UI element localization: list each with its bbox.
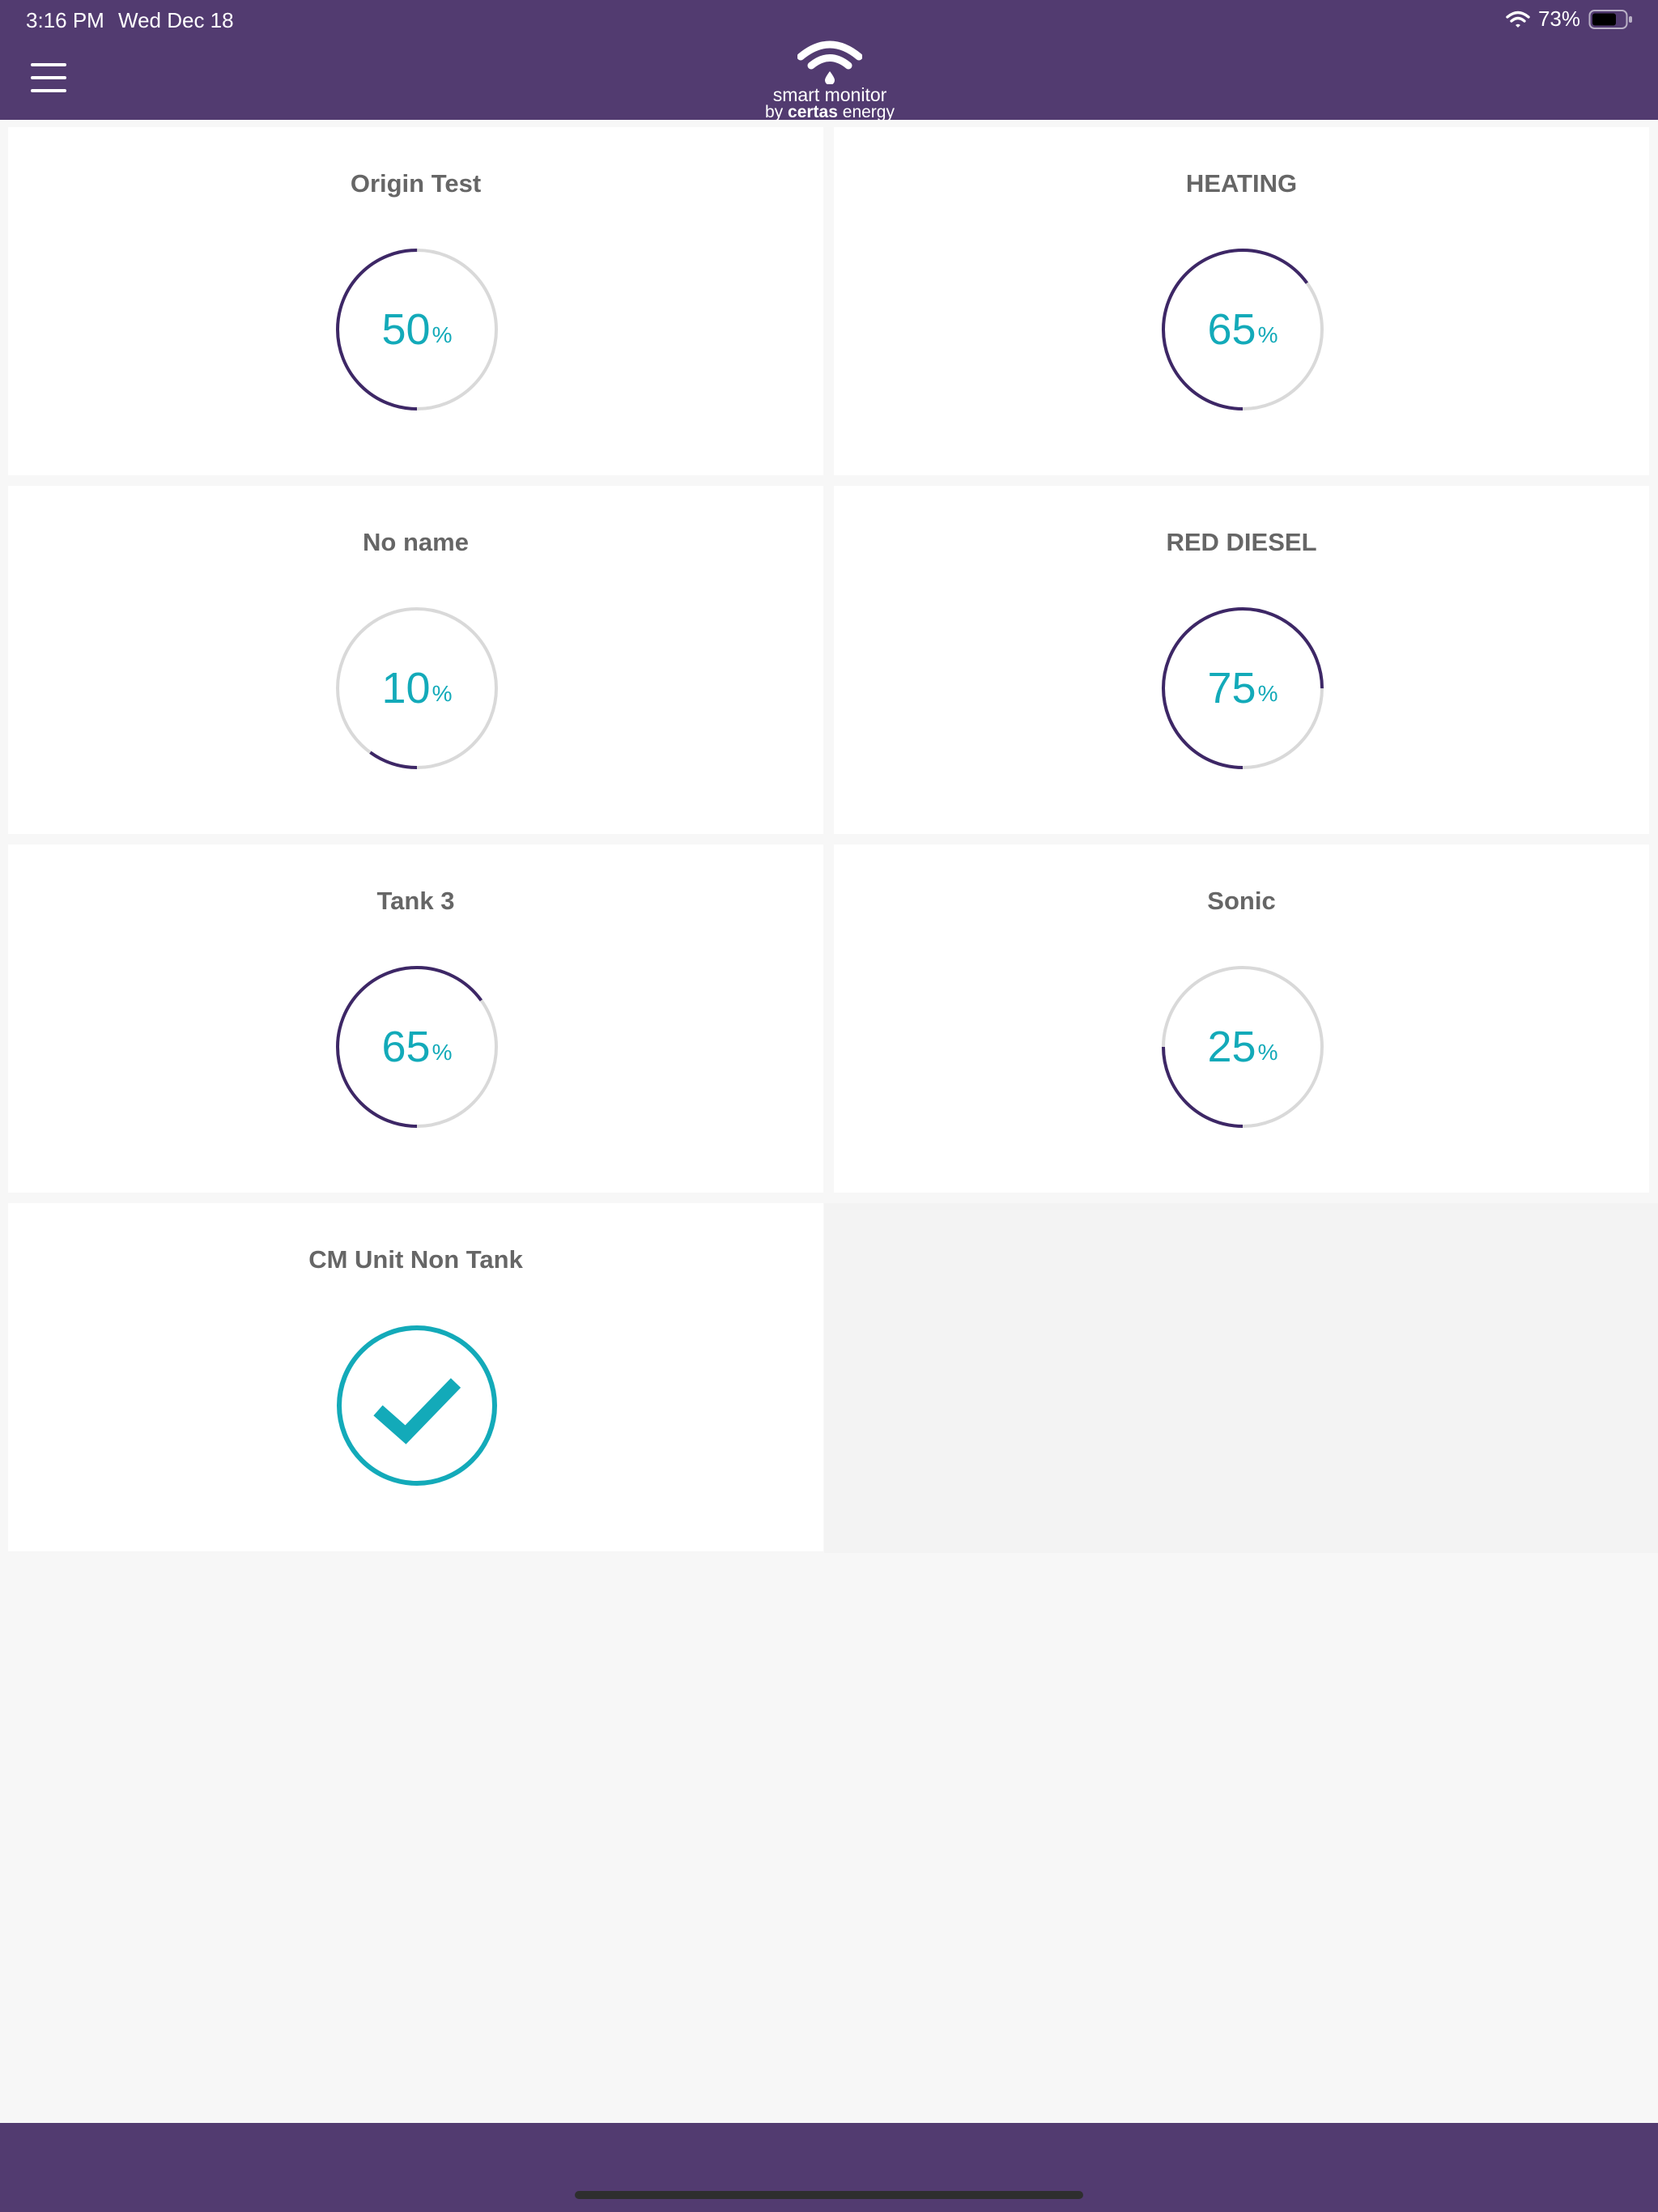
- app-logo: smart monitor by certas energy: [729, 39, 931, 121]
- empty-grid-cell: [824, 1203, 1658, 1553]
- tank-name: No name: [363, 528, 469, 556]
- status-date: Wed Dec 18: [118, 8, 234, 32]
- tank-level-gauge: 50%: [336, 249, 498, 410]
- logo-text: smart monitor: [772, 84, 887, 105]
- tank-level-unit: %: [1257, 681, 1278, 706]
- status-time: 3:16 PM: [26, 8, 104, 32]
- status-indicators: 73%: [1506, 6, 1634, 32]
- tank-level-value: 25: [1207, 1023, 1256, 1071]
- tank-level-gauge: 10%: [336, 607, 498, 769]
- tank-level-gauge: 75%: [1162, 607, 1324, 769]
- tank-name: Origin Test: [350, 169, 482, 198]
- status-bar: 3:16 PM Wed Dec 18 73%: [0, 0, 1658, 39]
- tank-level-value: 50: [381, 305, 431, 354]
- tank-name: Sonic: [1207, 887, 1276, 915]
- logo-brand-line: by certas energy: [765, 103, 895, 121]
- hamburger-menu-icon[interactable]: [29, 62, 68, 94]
- unit-card[interactable]: CM Unit Non Tank: [8, 1203, 823, 1551]
- tank-level-gauge: 25%: [1162, 966, 1324, 1128]
- tank-level-value: 65: [381, 1023, 431, 1071]
- home-indicator[interactable]: [575, 2191, 1083, 2199]
- tank-level-unit: %: [432, 322, 453, 347]
- navigation-bar: smart monitor by certas energy: [0, 39, 1658, 121]
- tank-level-value: 75: [1207, 664, 1256, 713]
- tank-level-unit: %: [1257, 322, 1278, 347]
- tank-card[interactable]: Sonic 25%: [834, 844, 1649, 1193]
- tank-card[interactable]: HEATING 65%: [834, 127, 1649, 475]
- tank-level-value: 65: [1207, 305, 1256, 354]
- tank-level-unit: %: [432, 681, 453, 706]
- checkmark-circle-icon: [337, 1325, 497, 1486]
- tank-name: RED DIESEL: [1166, 528, 1317, 556]
- unit-name: CM Unit Non Tank: [308, 1245, 523, 1274]
- tank-level-unit: %: [1257, 1040, 1278, 1065]
- tank-name: HEATING: [1185, 169, 1298, 198]
- wifi-icon: [1506, 10, 1530, 29]
- tank-level-value: 10: [381, 664, 431, 713]
- tank-card[interactable]: Tank 3 65%: [8, 844, 823, 1193]
- tank-card[interactable]: RED DIESEL 75%: [834, 486, 1649, 834]
- tank-level-gauge: 65%: [1162, 249, 1324, 410]
- tank-name: Tank 3: [376, 887, 455, 915]
- tank-level-unit: %: [432, 1040, 453, 1065]
- status-indicator: [336, 1325, 498, 1487]
- battery-percent: 73%: [1537, 6, 1580, 31]
- tank-card[interactable]: Origin Test 50%: [8, 127, 823, 475]
- tank-card[interactable]: No name 10%: [8, 486, 823, 834]
- tank-level-gauge: 65%: [336, 966, 498, 1128]
- battery-icon: [1588, 9, 1632, 29]
- logo-wifi-drop-icon: [797, 40, 862, 84]
